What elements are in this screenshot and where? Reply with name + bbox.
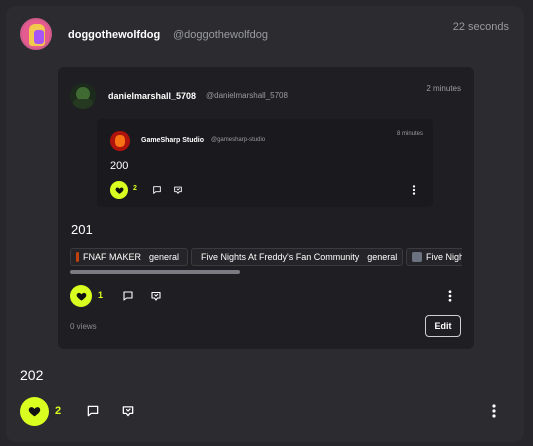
quoted-avatar[interactable] <box>70 83 96 109</box>
community-name: FNAF MAKER <box>82 252 141 262</box>
nested-quoted-post-card[interactable] <box>97 119 433 207</box>
quoted-author-name[interactable]: danielmarshall_5708 <box>108 91 196 101</box>
comment-icon <box>153 186 161 194</box>
nested-like-count: 2 <box>133 185 137 192</box>
nested-timestamp: 8 minutes <box>396 131 423 137</box>
community-chips: FNAF MAKER general Five Nights At Freddy… <box>70 248 462 268</box>
quoted-quote-button[interactable] <box>148 288 164 304</box>
avatar-figure-detail <box>34 30 44 44</box>
nested-comment-button[interactable] <box>150 183 164 197</box>
quoted-like-button[interactable] <box>70 285 92 307</box>
quote-icon <box>122 406 134 417</box>
quoted-avatar-body <box>73 99 93 109</box>
community-name: Five Nights At Freddy's Fan Community <box>201 252 360 262</box>
quote-icon <box>174 186 182 194</box>
quoted-timestamp: 2 minutes <box>426 84 461 93</box>
nested-avatar[interactable] <box>110 131 130 151</box>
edit-button[interactable]: Edit <box>425 315 461 337</box>
timestamp: 22 seconds <box>452 21 509 33</box>
nested-quote-button[interactable] <box>171 183 185 197</box>
nested-more-button[interactable] <box>408 183 420 197</box>
quoted-author-handle: @danielmarshall_5708 <box>206 91 288 100</box>
more-vertical-icon <box>448 290 452 302</box>
community-tag: general <box>367 252 398 262</box>
more-vertical-icon <box>412 185 416 195</box>
community-chip[interactable]: Five Nights At Freddy's Fan Community ge… <box>191 248 403 266</box>
nested-author-handle: @gamesharp-studio <box>211 137 266 143</box>
quote-icon <box>151 291 161 301</box>
comment-icon <box>87 405 99 417</box>
post-text: 202 <box>20 367 44 383</box>
author-handle: @doggothewolfdog <box>173 29 268 41</box>
community-icon <box>412 252 422 262</box>
quoted-post-text: 201 <box>71 222 93 237</box>
heart-icon <box>115 187 123 194</box>
nested-author-name[interactable]: GameSharp Studio <box>141 137 204 144</box>
nested-like-button[interactable] <box>110 181 128 199</box>
like-button[interactable] <box>20 397 49 426</box>
chips-scrollbar-thumb[interactable] <box>70 270 240 274</box>
author-name[interactable]: doggothewolfdog <box>68 29 160 41</box>
community-tag: general <box>148 252 179 262</box>
quoted-more-button[interactable] <box>443 288 457 304</box>
quote-button[interactable] <box>118 401 138 421</box>
heart-icon <box>76 292 86 301</box>
comment-button[interactable] <box>83 401 103 421</box>
community-chip[interactable]: Five Nigh <box>406 248 462 266</box>
nested-post-text: 200 <box>110 160 129 172</box>
more-vertical-icon <box>492 404 496 418</box>
quoted-post-card[interactable] <box>58 67 474 349</box>
heart-icon <box>28 407 41 417</box>
quoted-like-count: 1 <box>98 290 104 300</box>
quoted-comment-button[interactable] <box>120 288 136 304</box>
community-icon <box>76 252 79 262</box>
view-count: 0 views <box>70 322 97 331</box>
more-button[interactable] <box>486 402 502 420</box>
comment-icon <box>123 291 133 301</box>
community-chip[interactable]: FNAF MAKER general <box>70 248 188 266</box>
avatar[interactable] <box>20 18 52 50</box>
like-count: 2 <box>55 405 62 417</box>
nested-avatar-emblem <box>115 135 125 147</box>
community-name: Five Nigh <box>426 252 462 262</box>
